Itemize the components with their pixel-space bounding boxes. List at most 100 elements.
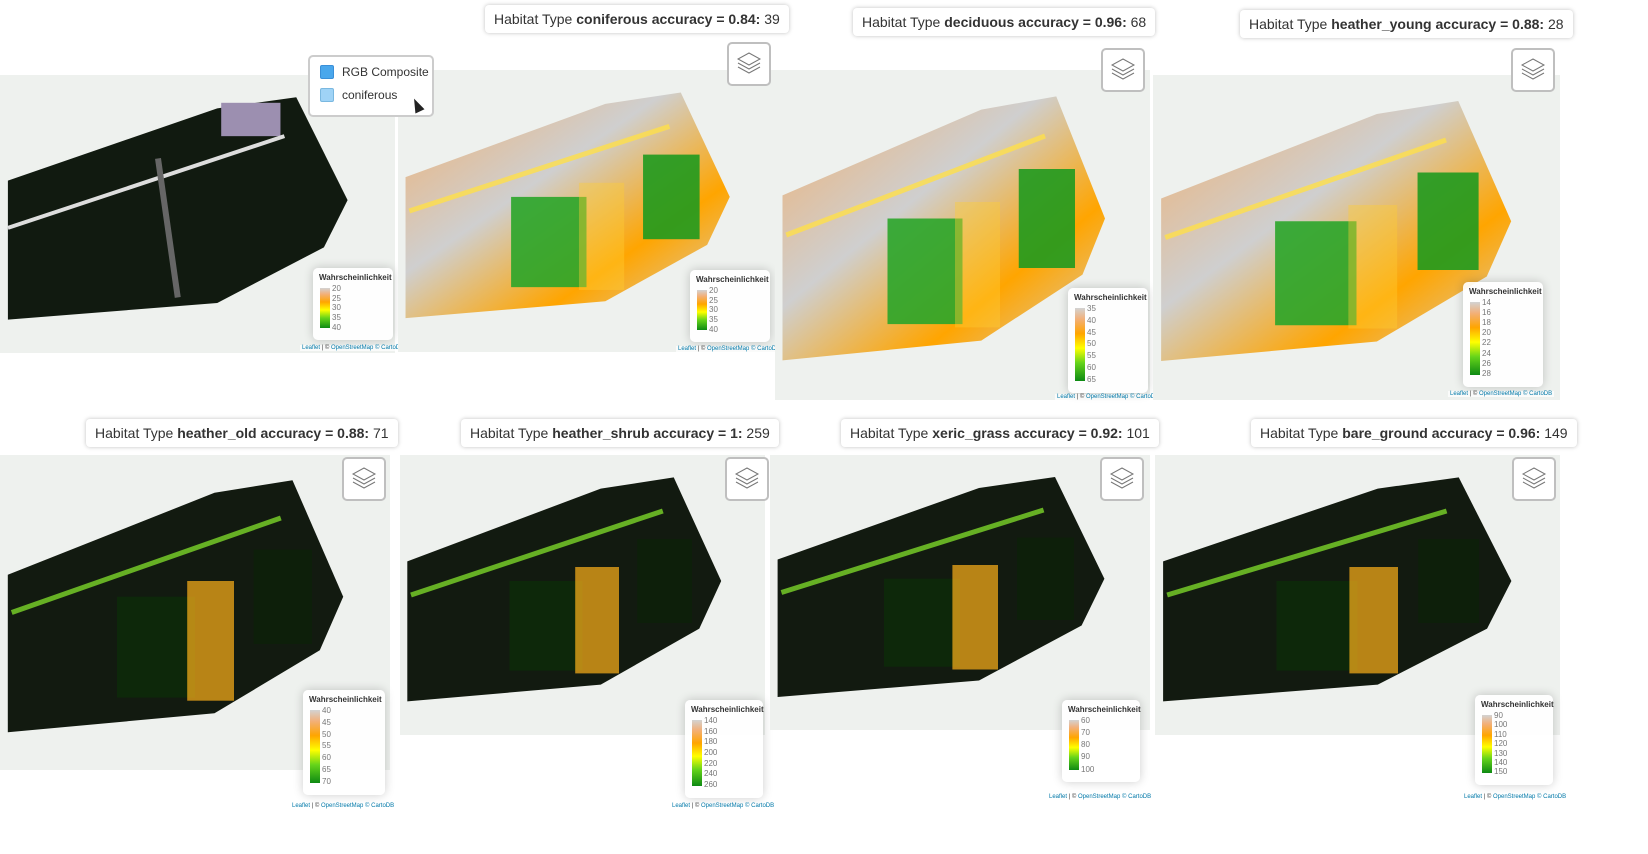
legend-tick: 100 [1494, 720, 1508, 730]
map-title: Habitat Type heather_old accuracy = 0.88… [86, 419, 398, 447]
layer-checkbox[interactable] [320, 65, 334, 79]
map-title: Habitat Type coniferous accuracy = 0.84:… [485, 5, 789, 33]
legend-tick: 60 [1081, 716, 1090, 725]
legend-color-bar [320, 288, 330, 328]
map-panel-xeric_grass[interactable] [770, 455, 1150, 730]
map-title: Habitat Type deciduous accuracy = 0.96: … [853, 8, 1156, 36]
accuracy-label: accuracy = 0.92: [1013, 425, 1123, 441]
layers-control-button[interactable] [725, 457, 769, 501]
legend-tick: 30 [709, 305, 718, 315]
legend-tick: 25 [709, 295, 718, 305]
layer-option[interactable]: RGB Composite [320, 65, 429, 79]
leaflet-link[interactable]: Leaflet [1464, 794, 1482, 800]
map-attribution: Leaflet | © OpenStreetMap © CartoDB [670, 803, 777, 809]
map-attribution: Leaflet | © OpenStreetMap © CartoDB [1055, 394, 1162, 400]
title-prefix: Habitat Type [470, 425, 553, 441]
legend-tick: 70 [1081, 728, 1090, 738]
osm-link[interactable]: OpenStreetMap [331, 345, 373, 351]
legend-tick: 90 [1494, 711, 1503, 720]
layer-option[interactable]: coniferous [320, 88, 397, 102]
map-title: Habitat Type heather_shrub accuracy = 1:… [461, 419, 779, 447]
leaflet-link[interactable]: Leaflet [292, 803, 310, 809]
legend-tick: 140 [704, 716, 718, 725]
legend-tick: 22 [1482, 338, 1491, 348]
probability-legend: Wahrscheinlichkeit 20 25 30 35 40 [690, 270, 770, 342]
leaflet-link[interactable]: Leaflet [1450, 391, 1468, 397]
osm-link[interactable]: OpenStreetMap [1078, 794, 1120, 800]
osm-link[interactable]: OpenStreetMap [1086, 394, 1128, 400]
osm-link[interactable]: OpenStreetMap [707, 346, 749, 352]
legend-title: Wahrscheinlichkeit [1074, 293, 1147, 302]
attribution-sep: | © [690, 803, 701, 809]
legend-tick: 45 [1087, 327, 1096, 337]
accuracy-label: accuracy = 0.88: [1435, 16, 1545, 32]
probability-legend: Wahrscheinlichkeit 40 45 50 55 60 65 70 [303, 690, 385, 795]
layers-control-button[interactable] [1512, 457, 1556, 501]
leaflet-link[interactable]: Leaflet [678, 346, 696, 352]
map-title: Habitat Type heather_young accuracy = 0.… [1240, 10, 1573, 38]
sample-count: 39 [764, 11, 780, 27]
legend-tick: 240 [704, 769, 718, 779]
legend-tick: 130 [1494, 748, 1508, 758]
habitat-name: xeric_grass [932, 425, 1011, 441]
attribution-sep: | © [1482, 794, 1493, 800]
map-panel-heather_shrub[interactable] [400, 455, 765, 735]
carto-link[interactable]: © CartoDB [1521, 391, 1552, 397]
accuracy-label: accuracy = 0.84: [651, 11, 761, 27]
legend-title: Wahrscheinlichkeit [1068, 705, 1141, 714]
layer-label: RGB Composite [342, 65, 429, 79]
habitat-name: heather_young [1331, 16, 1432, 32]
map-attribution: Leaflet | © OpenStreetMap © CartoDB [1047, 794, 1154, 800]
legend-title: Wahrscheinlichkeit [309, 695, 382, 704]
legend-tick: 55 [1087, 351, 1096, 361]
leaflet-link[interactable]: Leaflet [1049, 794, 1067, 800]
layers-icon [1109, 465, 1135, 494]
title-prefix: Habitat Type [1260, 425, 1343, 441]
map-attribution: Leaflet | © OpenStreetMap © CartoDB [290, 803, 397, 809]
legend-tick: 55 [322, 741, 331, 751]
osm-link[interactable]: OpenStreetMap [701, 803, 743, 809]
legend-title: Wahrscheinlichkeit [691, 705, 764, 714]
carto-link[interactable]: © CartoDB [1120, 794, 1151, 800]
layers-control-button[interactable] [1511, 48, 1555, 92]
leaflet-link[interactable]: Leaflet [302, 345, 320, 351]
probability-legend: Wahrscheinlichkeit 35 40 45 50 55 60 65 [1068, 288, 1148, 393]
carto-link[interactable]: © CartoDB [363, 803, 394, 809]
leaflet-link[interactable]: Leaflet [1057, 394, 1075, 400]
legend-tick: 35 [709, 315, 718, 325]
attribution-sep: | © [1067, 794, 1078, 800]
legend-color-bar [310, 710, 320, 783]
legend-tick: 18 [1482, 318, 1491, 328]
legend-color-bar [692, 720, 702, 786]
layers-icon [734, 465, 760, 494]
probability-legend: Wahrscheinlichkeit 140 160 180 200 220 240 260 [685, 700, 764, 798]
title-prefix: Habitat Type [95, 425, 178, 441]
map-attribution: Leaflet | © OpenStreetMap © CartoDB [1448, 391, 1555, 397]
layers-control-button[interactable] [342, 457, 386, 501]
legend-tick: 20 [332, 284, 341, 293]
layer-checkbox[interactable] [320, 88, 334, 102]
legend-tick: 26 [1482, 358, 1491, 368]
layers-control-button[interactable] [1101, 48, 1145, 92]
osm-link[interactable]: OpenStreetMap [1493, 794, 1535, 800]
legend-tick: 28 [1482, 368, 1491, 378]
layers-icon [1521, 465, 1547, 494]
title-prefix: Habitat Type [1249, 16, 1332, 32]
carto-link[interactable]: © CartoDB [1535, 794, 1566, 800]
carto-link[interactable]: © CartoDB [743, 803, 774, 809]
legend-color-bar [1482, 715, 1492, 773]
probability-legend: Wahrscheinlichkeit 20 25 30 35 40 [313, 268, 393, 340]
map-title: Habitat Type xeric_grass accuracy = 0.92… [841, 419, 1159, 447]
map-panel-bare_ground[interactable] [1155, 455, 1560, 735]
layers-control-button[interactable] [1100, 457, 1144, 501]
legend-tick: 160 [704, 726, 718, 736]
habitat-name: coniferous [576, 11, 648, 27]
habitat-name: heather_old [177, 425, 257, 441]
osm-link[interactable]: OpenStreetMap [321, 803, 363, 809]
habitat-name: deciduous [944, 14, 1015, 30]
leaflet-link[interactable]: Leaflet [672, 803, 690, 809]
legend-tick: 50 [1087, 339, 1096, 349]
legend-tick: 30 [332, 303, 341, 313]
osm-link[interactable]: OpenStreetMap [1479, 391, 1521, 397]
layers-control-button[interactable] [727, 42, 771, 86]
